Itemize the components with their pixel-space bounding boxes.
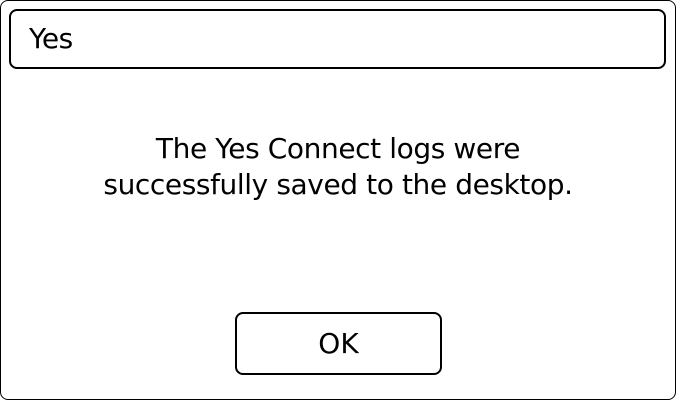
- ok-button[interactable]: OK: [235, 312, 442, 375]
- dialog-title-bar: Yes: [9, 9, 666, 69]
- message-dialog: Yes The Yes Connect logs were successful…: [0, 0, 676, 400]
- dialog-title: Yes: [29, 22, 73, 55]
- dialog-message: The Yes Connect logs were successfully s…: [103, 132, 573, 201]
